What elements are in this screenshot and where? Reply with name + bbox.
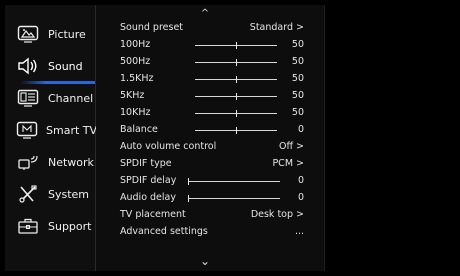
setting-label: SPDIF delay: [120, 175, 177, 186]
sidebar-item-label: Channel: [48, 91, 94, 105]
setting-value: Standard >: [249, 22, 304, 33]
sidebar-item-label: Picture: [48, 27, 86, 41]
setting-row[interactable]: Auto volume control Off >: [120, 139, 310, 155]
sidebar-item-label: System: [48, 187, 90, 201]
slider-knob[interactable]: [236, 59, 237, 66]
slider-knob[interactable]: [236, 76, 237, 83]
setting-label: 5KHz: [120, 90, 145, 101]
setting-row[interactable]: TV placement Desk top >: [120, 207, 310, 223]
setting-label: TV placement: [120, 209, 186, 220]
smart-tv-icon: [16, 120, 38, 140]
channel-icon: [16, 88, 40, 108]
setting-value: 50: [291, 90, 304, 101]
sidebar-item-label: Smart TV: [46, 123, 98, 137]
slider-knob[interactable]: [236, 93, 237, 100]
setting-row[interactable]: 1.5KHz 50: [120, 71, 310, 87]
setting-label: 10KHz: [120, 107, 151, 118]
sidebar-item-label: Support: [48, 219, 92, 233]
setting-label: 100Hz: [120, 39, 151, 50]
setting-row[interactable]: Advanced settings...: [120, 224, 310, 240]
setting-slider[interactable]: [195, 59, 277, 66]
setting-row[interactable]: SPDIF type PCM >: [120, 156, 310, 172]
setting-value: 50: [291, 107, 304, 118]
setting-row[interactable]: 5KHz 50: [120, 88, 310, 104]
setting-row[interactable]: 500Hz 50: [120, 54, 310, 70]
preview-panel: [324, 5, 456, 271]
setting-slider[interactable]: [188, 195, 280, 202]
setting-value: Desk top >: [250, 209, 304, 220]
setting-row[interactable]: Audio delay 0: [120, 190, 310, 206]
sidebar-item-label: Sound: [48, 59, 83, 73]
setting-row[interactable]: 10KHz 50: [120, 105, 310, 121]
sidebar-item-label: Network: [48, 155, 94, 169]
slider-knob[interactable]: [236, 110, 237, 117]
setting-label: Audio delay: [120, 192, 176, 203]
setting-value: 50: [291, 73, 304, 84]
slider-knob[interactable]: [236, 42, 237, 49]
setting-label: SPDIF type: [120, 158, 172, 169]
slider-knob[interactable]: [236, 127, 237, 134]
slider-knob[interactable]: [188, 195, 189, 202]
setting-row[interactable]: SPDIF delay 0: [120, 173, 310, 189]
setting-slider[interactable]: [195, 42, 277, 49]
setting-label: Advanced settings: [120, 226, 208, 237]
slider-knob[interactable]: [188, 178, 189, 185]
tv-settings-screen: Picture Sound Channel Smart TV Network S…: [0, 0, 460, 276]
tools-icon: [16, 184, 40, 204]
scroll-down-icon[interactable]: ⌄: [96, 254, 314, 268]
setting-row[interactable]: Balance 0: [120, 122, 310, 138]
network-icon: [16, 152, 40, 172]
setting-label: 500Hz: [120, 56, 151, 67]
sidebar-item-smart-tv[interactable]: Smart TV: [5, 118, 98, 142]
sidebar-item-support[interactable]: Support: [5, 214, 95, 238]
setting-value: ...: [294, 226, 304, 237]
setting-value: 0: [297, 175, 304, 186]
setting-row[interactable]: Sound preset Standard >: [120, 20, 310, 36]
setting-label: 1.5KHz: [120, 73, 154, 84]
sidebar-item-picture[interactable]: Picture: [5, 22, 95, 46]
setting-label: Balance: [120, 124, 158, 135]
settings-sidebar: Picture Sound Channel Smart TV Network S…: [5, 5, 98, 271]
sidebar-item-system[interactable]: System: [5, 182, 95, 206]
setting-slider[interactable]: [195, 76, 277, 83]
setting-value: 50: [291, 56, 304, 67]
speaker-icon: [16, 56, 40, 76]
setting-value: Off >: [278, 141, 304, 152]
setting-value: 50: [291, 39, 304, 50]
setting-slider[interactable]: [188, 178, 280, 185]
setting-label: Auto volume control: [120, 141, 217, 152]
setting-label: Sound preset: [120, 22, 184, 33]
scroll-up-icon[interactable]: ^: [96, 8, 314, 19]
setting-row[interactable]: 100Hz 50: [120, 37, 310, 53]
setting-slider[interactable]: [195, 127, 277, 134]
toolbox-icon: [16, 216, 40, 236]
picture-icon: [16, 24, 40, 44]
active-indicator: [20, 81, 95, 84]
setting-value: 0: [297, 124, 304, 135]
setting-value: PCM >: [272, 158, 304, 169]
sidebar-item-sound[interactable]: Sound: [5, 54, 95, 78]
setting-value: 0: [297, 192, 304, 203]
setting-slider[interactable]: [195, 93, 277, 100]
sidebar-item-channel[interactable]: Channel: [5, 86, 95, 110]
setting-slider[interactable]: [195, 110, 277, 117]
sidebar-item-network[interactable]: Network: [5, 150, 95, 174]
